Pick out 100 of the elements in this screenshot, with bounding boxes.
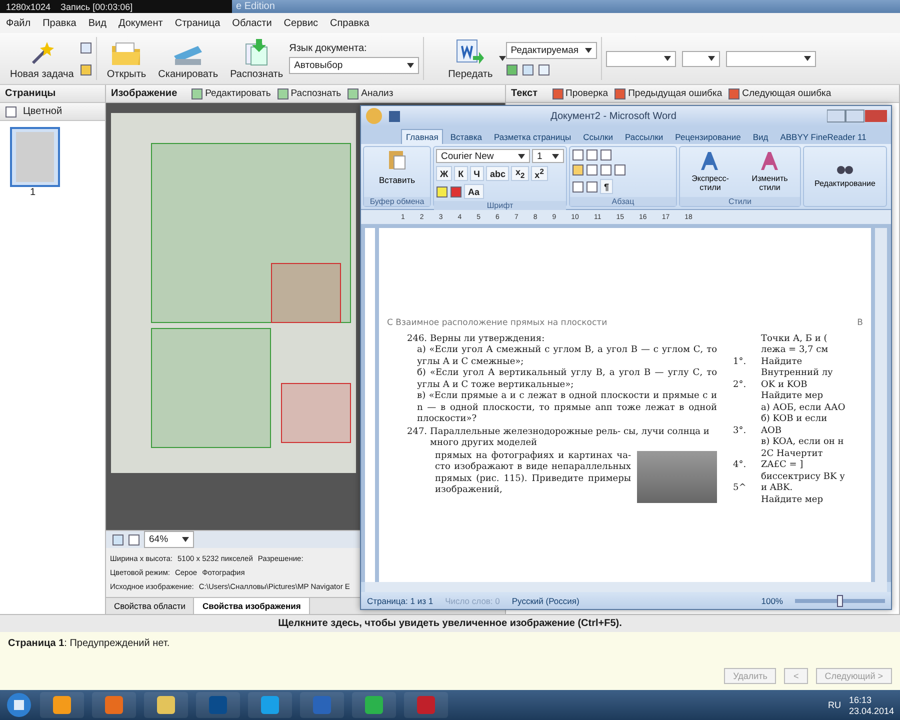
exercise-text: а) АОБ, если ААО xyxy=(761,402,846,414)
word-count: Число слов: 0 xyxy=(445,596,500,606)
exercise-text: Найдите мер xyxy=(761,391,824,402)
styles-button[interactable]: Экспресс-стили xyxy=(682,173,738,193)
exercise-text: Внутренний лу xyxy=(761,368,834,380)
show-marks-button[interactable]: ¶ xyxy=(600,179,614,194)
page-count: Страница: 1 из 1 xyxy=(367,596,434,606)
text-action-button[interactable]: Предыдущая ошибка xyxy=(614,88,722,100)
app-icon xyxy=(157,696,175,714)
exercise-text: Найдите xyxy=(761,356,804,368)
app-icon xyxy=(53,696,71,714)
change-case-button[interactable]: Aa xyxy=(464,184,484,199)
exercise-text: лежа = 3,7 см xyxy=(761,345,830,356)
zoom-dropdown[interactable]: 64% xyxy=(144,531,194,548)
ribbon-tab[interactable]: Вид xyxy=(748,129,774,144)
caret-icon xyxy=(804,56,811,61)
exercise-number: 247. xyxy=(407,426,428,438)
exercise-number: 2°. xyxy=(733,380,748,391)
ribbon-tab[interactable]: Главная xyxy=(401,129,444,144)
paste-button[interactable]: Вставить xyxy=(372,174,422,186)
menu-item[interactable]: Правка xyxy=(42,18,76,28)
language-label: Язык документа: xyxy=(289,43,368,54)
ribbon-tab[interactable]: Рецензирование xyxy=(670,129,746,144)
ribbon-tab[interactable]: Вставка xyxy=(445,129,487,144)
editing-button[interactable]: Редактирование xyxy=(808,178,882,188)
menu-item[interactable]: Области xyxy=(232,18,272,28)
format-button[interactable]: abc xyxy=(486,166,510,181)
format-button[interactable]: x$^{2}$ xyxy=(530,166,548,181)
exercise-text: OK и KOB xyxy=(761,380,808,391)
caret-icon xyxy=(664,56,671,61)
properties-tab[interactable]: Свойства изображения xyxy=(194,598,310,614)
binoculars-icon xyxy=(836,164,854,174)
taskbar-app-button[interactable] xyxy=(248,692,292,718)
zoom-slider-thumb[interactable] xyxy=(837,594,843,606)
window-controls xyxy=(827,109,887,123)
menu-item[interactable]: Файл xyxy=(6,18,31,28)
open-button[interactable]: Открыть xyxy=(100,33,152,84)
exercise-text: б) KOB и если xyxy=(761,414,828,426)
image-action-button[interactable]: Распознать xyxy=(276,88,342,100)
word-send-icon xyxy=(455,38,486,66)
page-thumbnail[interactable] xyxy=(10,127,60,187)
taskbar-app-button[interactable] xyxy=(40,692,84,718)
ribbon-tab[interactable]: ABBYY FineReader 11 xyxy=(775,129,872,144)
start-button[interactable] xyxy=(6,692,32,718)
group-label: Шрифт xyxy=(434,201,566,210)
image-action-button[interactable]: Редактировать xyxy=(191,88,271,100)
exercise-number: 4°. xyxy=(733,460,748,472)
ribbon-tab[interactable]: Разметка страницы xyxy=(488,129,576,144)
size-field[interactable] xyxy=(682,50,720,66)
text-action-button[interactable]: Следующая ошибка xyxy=(728,88,832,100)
font-size-field[interactable]: 1 xyxy=(532,149,564,163)
styles-icon xyxy=(758,151,781,171)
exercise-text: ZA£C = ] xyxy=(761,460,804,472)
ribbon-tab[interactable]: Ссылки xyxy=(578,129,618,144)
exercise-text: в) KOA, если он н xyxy=(761,437,845,448)
window-title: e Edition xyxy=(235,0,275,13)
caret-icon xyxy=(708,56,715,61)
folder-icon xyxy=(111,42,142,66)
taskbar-app-button[interactable] xyxy=(352,692,396,718)
format-button[interactable]: Ч xyxy=(470,166,484,181)
language-dropdown[interactable]: Автовыбор xyxy=(289,57,420,74)
recognize-button[interactable]: Распознать xyxy=(224,33,290,84)
clipboard-icon xyxy=(387,149,407,171)
menu-item[interactable]: Сервис xyxy=(284,18,318,28)
clock-date: 23.04.2014 xyxy=(848,706,894,716)
warning-message: Страница 1: Предупреждений нет. xyxy=(8,638,171,649)
app-icon xyxy=(313,696,331,714)
font-name-field[interactable]: Courier New xyxy=(436,149,530,163)
send-button[interactable]: Передать xyxy=(442,33,499,84)
scan-button[interactable]: Сканировать xyxy=(152,33,224,84)
format-button[interactable]: К xyxy=(454,166,468,181)
style-field[interactable] xyxy=(726,50,816,66)
text-action-button[interactable]: Проверка xyxy=(552,88,608,100)
exercise-text: AOB xyxy=(761,426,782,437)
styles-button[interactable]: Изменить стили xyxy=(742,173,798,193)
exercise-text: Точки А, Б и ( xyxy=(761,334,828,345)
taskbar-app-button[interactable] xyxy=(144,692,188,718)
mode-dropdown[interactable]: Редактируемая xyxy=(506,42,597,58)
exercise-item: б) «Если угол А вертикальный углу B, а угол B — углу С, то углы А и С тоже вертикальные»; xyxy=(417,368,717,391)
exercise-text: Верны ли утверждения: xyxy=(430,334,545,345)
page-number: 1 xyxy=(30,187,36,198)
format-button[interactable]: x$_{2}$ xyxy=(511,166,529,181)
group-label: Стили xyxy=(680,197,800,206)
new-task-button[interactable]: Новая задача xyxy=(4,33,80,84)
exercise-text: и ABK. xyxy=(761,483,794,494)
language-status: Русский (Россия) xyxy=(512,596,580,606)
exercise-text: Найдите мер xyxy=(761,494,824,506)
exercise-text: прямых на фотографиях и картинах ча- сто изображают в виде непараллельных прямых (рис. 115). Приведите примеры изображений, xyxy=(435,450,631,496)
menu-item[interactable]: Справка xyxy=(330,18,370,28)
ribbon-tab[interactable]: Рассылки xyxy=(620,129,668,144)
format-button[interactable]: Ж xyxy=(436,166,452,181)
panel-title: Изображение xyxy=(111,88,178,99)
menu-item[interactable]: Документ xyxy=(118,18,163,28)
clock-time: 16:13 xyxy=(848,694,872,704)
font-field[interactable] xyxy=(606,50,676,66)
menu-item[interactable]: Вид xyxy=(88,18,106,28)
image-action-button[interactable]: Анализ xyxy=(347,88,394,100)
language-indicator[interactable]: RU xyxy=(828,700,841,710)
taskbar-app-button[interactable] xyxy=(92,692,136,718)
menu-item[interactable]: Страница xyxy=(174,18,220,28)
